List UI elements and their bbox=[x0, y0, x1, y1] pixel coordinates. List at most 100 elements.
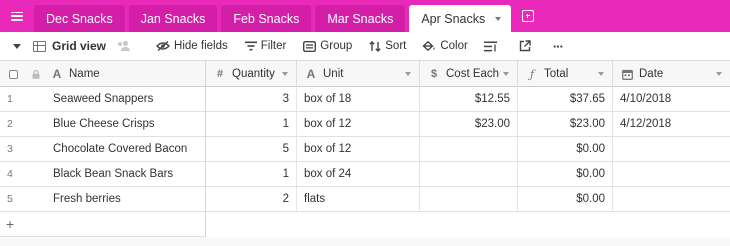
cell-date[interactable] bbox=[613, 187, 730, 211]
lock-icon bbox=[26, 61, 46, 87]
color-button[interactable]: Color bbox=[422, 32, 468, 60]
cell-total[interactable]: $0.00 bbox=[518, 162, 613, 186]
cell-date[interactable] bbox=[613, 162, 730, 186]
filter-label: Filter bbox=[260, 40, 287, 52]
chevron-down-icon[interactable] bbox=[598, 72, 604, 76]
tab-dec-snacks[interactable]: Dec Snacks bbox=[34, 5, 125, 32]
column-label: Name bbox=[69, 68, 100, 80]
plus-icon bbox=[522, 10, 535, 22]
add-table-button[interactable] bbox=[515, 0, 541, 32]
formula-icon: ƒ bbox=[529, 67, 535, 81]
cell-total[interactable]: $0.00 bbox=[518, 187, 613, 211]
cell-unit[interactable]: box of 12 bbox=[297, 112, 420, 136]
table-row[interactable]: 5 Fresh berries 2 flats $0.00 bbox=[0, 187, 730, 212]
data-grid: A Name # Quantity A Unit $ Cost Each ƒ T… bbox=[0, 60, 730, 246]
column-label: Total bbox=[544, 68, 569, 80]
cell-name[interactable]: Black Bean Snack Bars bbox=[46, 162, 206, 186]
filter-icon bbox=[244, 41, 257, 51]
cell-total[interactable]: $23.00 bbox=[518, 112, 613, 136]
chevron-down-icon[interactable] bbox=[495, 16, 502, 21]
row-number: 5 bbox=[7, 193, 13, 205]
add-row-button[interactable]: + bbox=[0, 212, 206, 237]
chevron-down-icon[interactable] bbox=[405, 72, 411, 76]
more-options-button[interactable]: ··· bbox=[553, 32, 564, 60]
column-header-unit[interactable]: A Unit bbox=[297, 61, 420, 87]
row-number: 2 bbox=[7, 118, 13, 130]
cell-quantity[interactable]: 5 bbox=[206, 137, 297, 161]
chevron-down-icon[interactable] bbox=[282, 72, 288, 76]
cell-unit[interactable]: flats bbox=[297, 187, 420, 211]
collaborators-icon[interactable] bbox=[118, 41, 132, 51]
table-tab-bar: Dec Snacks Jan Snacks Feb Snacks Mar Sna… bbox=[0, 0, 730, 32]
column-label: Cost Each bbox=[446, 68, 500, 80]
cell-date[interactable]: 4/10/2018 bbox=[613, 87, 730, 111]
filter-button[interactable]: Filter bbox=[244, 32, 287, 60]
cell-cost-each[interactable]: $12.55 bbox=[420, 87, 518, 111]
cell-name[interactable]: Fresh berries bbox=[46, 187, 206, 211]
cell-date[interactable] bbox=[613, 137, 730, 161]
cell-cost-each[interactable] bbox=[420, 187, 518, 211]
cell-quantity[interactable]: 2 bbox=[206, 187, 297, 211]
calendar-icon bbox=[620, 69, 634, 80]
cell-name[interactable]: Chocolate Covered Bacon bbox=[46, 137, 206, 161]
hide-eye-icon bbox=[156, 41, 171, 51]
tab-mar-snacks[interactable]: Mar Snacks bbox=[315, 5, 406, 32]
cell-cost-each[interactable] bbox=[420, 162, 518, 186]
tab-feb-snacks[interactable]: Feb Snacks bbox=[221, 5, 312, 32]
tab-apr-snacks[interactable]: Apr Snacks bbox=[409, 5, 512, 32]
cell-cost-each[interactable] bbox=[420, 137, 518, 161]
menu-button[interactable] bbox=[0, 0, 34, 32]
cell-unit[interactable]: box of 12 bbox=[297, 137, 420, 161]
chevron-down-icon[interactable] bbox=[716, 72, 722, 76]
tab-label: Mar Snacks bbox=[327, 11, 394, 26]
column-header-date[interactable]: Date bbox=[613, 61, 730, 87]
hide-fields-label: Hide fields bbox=[174, 40, 228, 52]
hide-fields-button[interactable]: Hide fields bbox=[156, 32, 228, 60]
grid-view-icon bbox=[33, 40, 46, 52]
hamburger-icon bbox=[11, 11, 23, 21]
cell-unit[interactable]: box of 24 bbox=[297, 162, 420, 186]
chevron-down-icon[interactable] bbox=[13, 43, 21, 49]
share-view-button[interactable] bbox=[519, 32, 535, 60]
column-header-name[interactable]: A Name bbox=[46, 61, 206, 87]
cell-quantity[interactable]: 3 bbox=[206, 87, 297, 111]
cell-name[interactable]: Seaweed Snappers bbox=[46, 87, 206, 111]
table-row[interactable]: 1 Seaweed Snappers 3 box of 18 $12.55 $3… bbox=[0, 87, 730, 112]
cell-quantity[interactable]: 1 bbox=[206, 162, 297, 186]
row-height-button[interactable] bbox=[483, 32, 501, 60]
column-header-cost-each[interactable]: $ Cost Each bbox=[420, 61, 518, 87]
table-tabs: Dec Snacks Jan Snacks Feb Snacks Mar Sna… bbox=[34, 0, 515, 32]
tab-jan-snacks[interactable]: Jan Snacks bbox=[128, 5, 218, 32]
column-header-total[interactable]: ƒ Total bbox=[518, 61, 613, 87]
cell-unit[interactable]: box of 18 bbox=[297, 87, 420, 111]
cell-total[interactable]: $37.65 bbox=[518, 87, 613, 111]
column-label: Unit bbox=[323, 68, 344, 80]
tab-label: Jan Snacks bbox=[140, 11, 206, 26]
cell-quantity[interactable]: 1 bbox=[206, 112, 297, 136]
row-number: 1 bbox=[7, 93, 13, 105]
cell-cost-each[interactable]: $23.00 bbox=[420, 112, 518, 136]
column-header-quantity[interactable]: # Quantity bbox=[206, 61, 297, 87]
frozen-column-divider bbox=[205, 87, 206, 246]
currency-icon: $ bbox=[430, 68, 438, 80]
group-label: Group bbox=[320, 40, 353, 52]
view-name: Grid view bbox=[52, 39, 107, 53]
cell-date[interactable]: 4/12/2018 bbox=[613, 112, 730, 136]
sort-button[interactable]: Sort bbox=[369, 32, 406, 60]
view-toolbar: Grid view Hide fields Filter Group Sort … bbox=[0, 32, 730, 60]
cell-name[interactable]: Blue Cheese Crisps bbox=[46, 112, 206, 136]
text-icon: A bbox=[52, 67, 62, 81]
column-label: Quantity bbox=[232, 68, 275, 80]
table-row[interactable]: 4 Black Bean Snack Bars 1 box of 24 $0.0… bbox=[0, 162, 730, 187]
sort-icon bbox=[369, 40, 381, 52]
select-all-checkbox[interactable] bbox=[0, 61, 26, 87]
table-row[interactable]: 3 Chocolate Covered Bacon 5 box of 12 $0… bbox=[0, 137, 730, 162]
tab-label: Apr Snacks bbox=[421, 11, 486, 26]
paint-bucket-icon bbox=[422, 40, 436, 52]
table-row[interactable]: 2 Blue Cheese Crisps 1 box of 12 $23.00 … bbox=[0, 112, 730, 137]
cell-total[interactable]: $0.00 bbox=[518, 137, 613, 161]
group-button[interactable]: Group bbox=[303, 32, 352, 60]
chevron-down-icon[interactable] bbox=[503, 72, 509, 76]
column-label: Date bbox=[639, 68, 664, 80]
view-switcher[interactable]: Grid view bbox=[33, 32, 106, 60]
